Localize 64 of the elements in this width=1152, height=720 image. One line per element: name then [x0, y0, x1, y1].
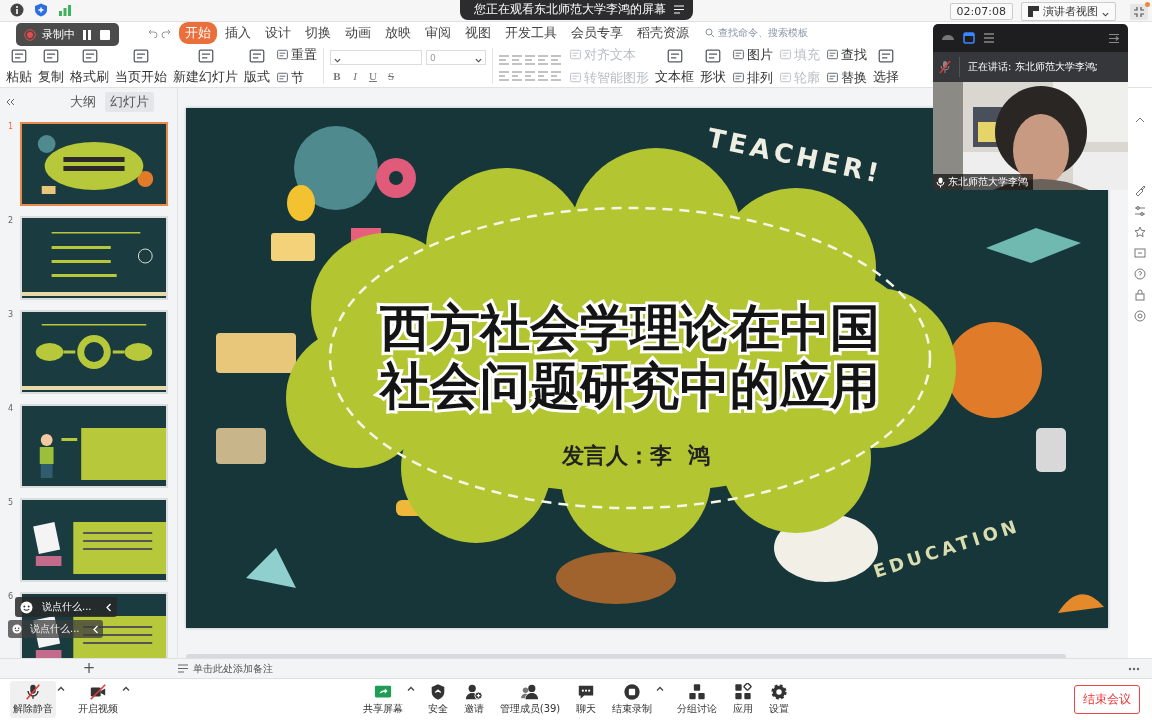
ribbon-tab[interactable]: 审阅: [419, 22, 457, 44]
chat-placeholder: 说点什么...: [30, 622, 80, 636]
timer: 02:07:08: [949, 3, 1013, 20]
add-slide-button[interactable]: +: [82, 661, 96, 676]
participant-name: 东北师范大学李鸿: [948, 175, 1028, 189]
ribbon-button[interactable]: 图片: [732, 45, 773, 64]
ribbon-button[interactable]: 粘贴: [6, 46, 32, 86]
ribbon-tab[interactable]: 切换: [299, 22, 337, 44]
panel-tab[interactable]: 大纲: [65, 92, 101, 112]
slide-number: 4: [8, 404, 15, 415]
toolbar-button[interactable]: 聊天: [573, 681, 600, 718]
ribbon-tab[interactable]: 插入: [219, 22, 257, 44]
recording-label: 录制中: [42, 27, 75, 42]
chat-placeholder: 说点什么...: [42, 600, 92, 614]
format-button[interactable]: B: [330, 70, 344, 82]
toolbar-button[interactable]: 解除静音: [10, 681, 56, 718]
ribbon-tab[interactable]: 会员专享: [565, 22, 629, 44]
ribbon-button[interactable]: 查找: [826, 45, 867, 64]
toolbar-button[interactable]: 应用: [730, 681, 757, 718]
slide-number: 3: [8, 310, 15, 321]
ribbon-button[interactable]: 新建幻灯片: [173, 46, 238, 86]
chat-input[interactable]: 说点什么...: [8, 620, 103, 638]
format-button[interactable]: I: [348, 70, 362, 82]
slide-title: 社会问题研究中的应用: [380, 357, 880, 415]
ribbon-tab[interactable]: 视图: [459, 22, 497, 44]
view-dropdown[interactable]: 演讲者视图: [1021, 2, 1116, 21]
ribbon-button[interactable]: 替换: [826, 68, 867, 87]
slide-number: 2: [8, 216, 15, 227]
slide-number: 1: [8, 122, 15, 133]
speaker-name: 发言人：李 鸿: [562, 443, 710, 468]
toolbar-button[interactable]: 安全: [424, 681, 451, 718]
ribbon-tab[interactable]: 稻壳资源: [631, 22, 695, 44]
format-button[interactable]: U: [366, 70, 380, 82]
ribbon-button[interactable]: 文本框: [655, 46, 694, 86]
ribbon-button[interactable]: 版式: [244, 46, 270, 86]
ribbon-button[interactable]: 格式刷: [70, 46, 109, 86]
toolbar-button[interactable]: 结束录制: [609, 681, 656, 718]
toolbar-button[interactable]: 邀请: [460, 681, 487, 718]
ribbon-button[interactable]: 形状: [700, 46, 726, 86]
toolbar-button[interactable]: 共享屏幕: [359, 681, 406, 718]
slide-title: 西方社会学理论在中国: [380, 299, 880, 357]
toolbar-button[interactable]: 开启视频: [75, 681, 121, 718]
ribbon-button[interactable]: 选择: [873, 46, 899, 86]
ribbon-tab[interactable]: 放映: [379, 22, 417, 44]
format-button[interactable]: S: [384, 70, 398, 82]
slide-number: 5: [8, 498, 15, 509]
panel-tab[interactable]: 幻灯片: [105, 92, 154, 112]
chat-input[interactable]: 说点什么...: [15, 597, 117, 617]
ribbon-button[interactable]: 当页开始: [115, 46, 167, 86]
ribbon-tab[interactable]: 动画: [339, 22, 377, 44]
slide-number: 6: [8, 592, 15, 603]
toolbar-button[interactable]: 分组讨论: [674, 681, 721, 718]
ribbon-tab[interactable]: 设计: [259, 22, 297, 44]
toolbar-button[interactable]: 管理成员(39): [496, 681, 564, 718]
ribbon-button[interactable]: 复制: [38, 46, 64, 86]
end-meeting-button[interactable]: 结束会议: [1074, 685, 1140, 714]
ribbon-button[interactable]: 排列: [732, 68, 773, 87]
notes-placeholder[interactable]: 单击此处添加备注: [193, 661, 273, 676]
toolbar-button[interactable]: 设置: [766, 681, 793, 718]
ribbon-tab[interactable]: 开发工具: [499, 22, 563, 44]
speaking-label: 正在讲话: 东北师范大学李鸿;: [968, 60, 1098, 74]
ribbon-button[interactable]: 重置: [276, 45, 317, 64]
ribbon-button[interactable]: 节: [276, 68, 317, 87]
banner-text: 您正在观看东北师范大学李鸿的屏幕: [473, 1, 666, 18]
